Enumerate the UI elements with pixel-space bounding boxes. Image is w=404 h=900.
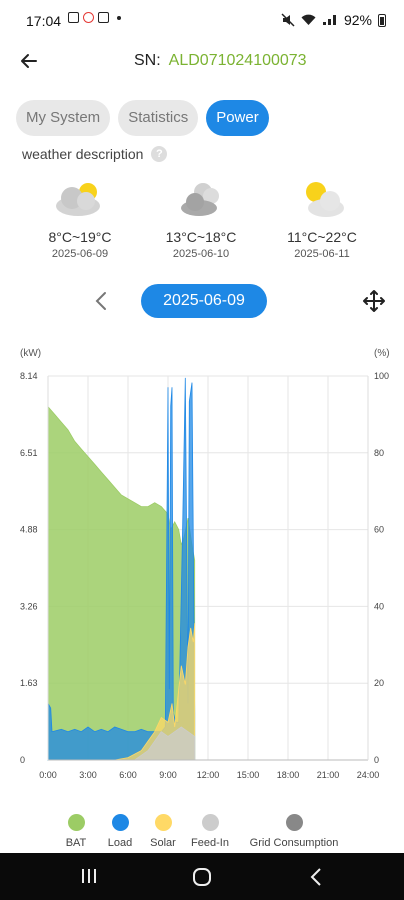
more-notifications-icon [117, 15, 121, 20]
legend-label: BAT [65, 837, 87, 849]
x-tick-label: 21:00 [317, 770, 340, 780]
legend-swatch [201, 814, 219, 831]
legend-swatch [111, 814, 129, 831]
weather-temp: 13°C~18°C [165, 229, 237, 245]
date-picker-button[interactable]: 2025-06-09 [141, 284, 267, 318]
legend-swatch [67, 814, 85, 831]
wifi-icon [301, 14, 316, 25]
legend-label: Load [107, 837, 133, 849]
legend-item-feed-in[interactable]: Feed-In [185, 814, 235, 849]
tab-power[interactable]: Power [206, 100, 269, 136]
tab-statistics[interactable]: Statistics [118, 100, 199, 136]
x-tick-label: 24:00 [357, 770, 380, 780]
weather-day: 11°C~22°C 2025-06-11 [262, 180, 382, 260]
photos-icon [83, 12, 94, 23]
power-chart[interactable]: 8.14 6.51 4.88 3.26 1.63 0 100 80 60 40 20 0 0:00 3:0… [0, 340, 404, 790]
legend-item-solar[interactable]: Solar [143, 814, 183, 849]
header: SN: ALD071024100073 [0, 44, 404, 80]
x-tick-label: 0:00 [39, 770, 57, 780]
signal-icon [322, 15, 336, 25]
y-left-tick-label: 6.51 [20, 448, 38, 458]
weather-temp: 11°C~22°C [287, 229, 357, 245]
gallery-icon [68, 12, 79, 23]
legend-label: Feed-In [191, 837, 229, 849]
x-tick-label: 12:00 [197, 770, 220, 780]
chart-legend: BAT Load Solar Feed-In Grid Consumption [0, 814, 404, 854]
weather-temp: 8°C~19°C [48, 229, 112, 245]
y-left-tick-label: 1.63 [20, 678, 38, 688]
legend-label: Solar [150, 837, 176, 849]
fullscreen-move-icon[interactable] [362, 289, 386, 313]
system-navigation-bar [0, 853, 404, 900]
y-right-tick-label: 80 [374, 448, 384, 458]
weather-date: 2025-06-11 [294, 248, 350, 260]
weather-date: 2025-06-09 [51, 248, 109, 260]
x-tick-label: 18:00 [277, 770, 300, 780]
status-bar: 17:04 92% [0, 0, 404, 40]
notification-icons [68, 12, 121, 23]
weather-day: 8°C~19°C 2025-06-09 [20, 180, 140, 260]
status-right: 92% [281, 12, 386, 28]
y-right-tick-label: 20 [374, 678, 384, 688]
weather-day: 13°C~18°C 2025-06-10 [141, 180, 261, 260]
tab-my-system[interactable]: My System [16, 100, 111, 136]
battery-percent: 92% [343, 12, 372, 28]
date-navigator: 2025-06-09 [0, 284, 404, 318]
cloud-sun-icon [56, 183, 100, 216]
serial-number: SN: ALD071024100073 [134, 52, 307, 70]
x-tick-label: 9:00 [159, 770, 177, 780]
y-left-tick-label: 4.88 [20, 525, 38, 535]
legend-label: Grid Consumption [249, 837, 339, 849]
y-right-tick-label: 100 [374, 371, 389, 381]
x-tick-label: 6:00 [119, 770, 137, 780]
back-icon[interactable] [308, 867, 324, 887]
battery-icon [378, 13, 386, 27]
cloudy-icon [181, 183, 219, 216]
y-left-tick-label: 8.14 [20, 371, 38, 381]
legend-item-load[interactable]: Load [100, 814, 140, 849]
camera-icon [98, 12, 109, 23]
weather-title: weather description [22, 146, 144, 162]
help-icon[interactable]: ? [151, 146, 168, 162]
y-left-tick-label: 0 [20, 755, 25, 765]
weather-date: 2025-06-10 [172, 248, 230, 260]
legend-swatch [154, 814, 172, 831]
y-right-tick-label: 0 [374, 755, 379, 765]
legend-swatch [285, 814, 303, 831]
status-time: 17:04 [26, 13, 62, 29]
y-right-tick-label: 60 [374, 525, 384, 535]
legend-item-grid-consumption[interactable]: Grid Consumption [238, 814, 350, 849]
back-arrow-icon[interactable] [18, 50, 40, 72]
recents-icon[interactable] [80, 867, 98, 885]
legend-item-bat[interactable]: BAT [56, 814, 96, 849]
x-tick-label: 15:00 [237, 770, 260, 780]
view-tabs: My System Statistics Power [16, 100, 269, 136]
weather-description: weather description ? [22, 146, 168, 162]
sun-cloud-icon [306, 182, 344, 217]
mute-icon [281, 13, 295, 27]
chevron-left-icon[interactable] [92, 290, 112, 312]
sn-value: ALD071024100073 [168, 52, 307, 69]
y-left-tick-label: 3.26 [20, 601, 38, 611]
y-right-tick-label: 40 [374, 601, 384, 611]
home-icon[interactable] [192, 867, 212, 887]
x-tick-label: 3:00 [79, 770, 97, 780]
sn-label: SN: [134, 52, 161, 69]
